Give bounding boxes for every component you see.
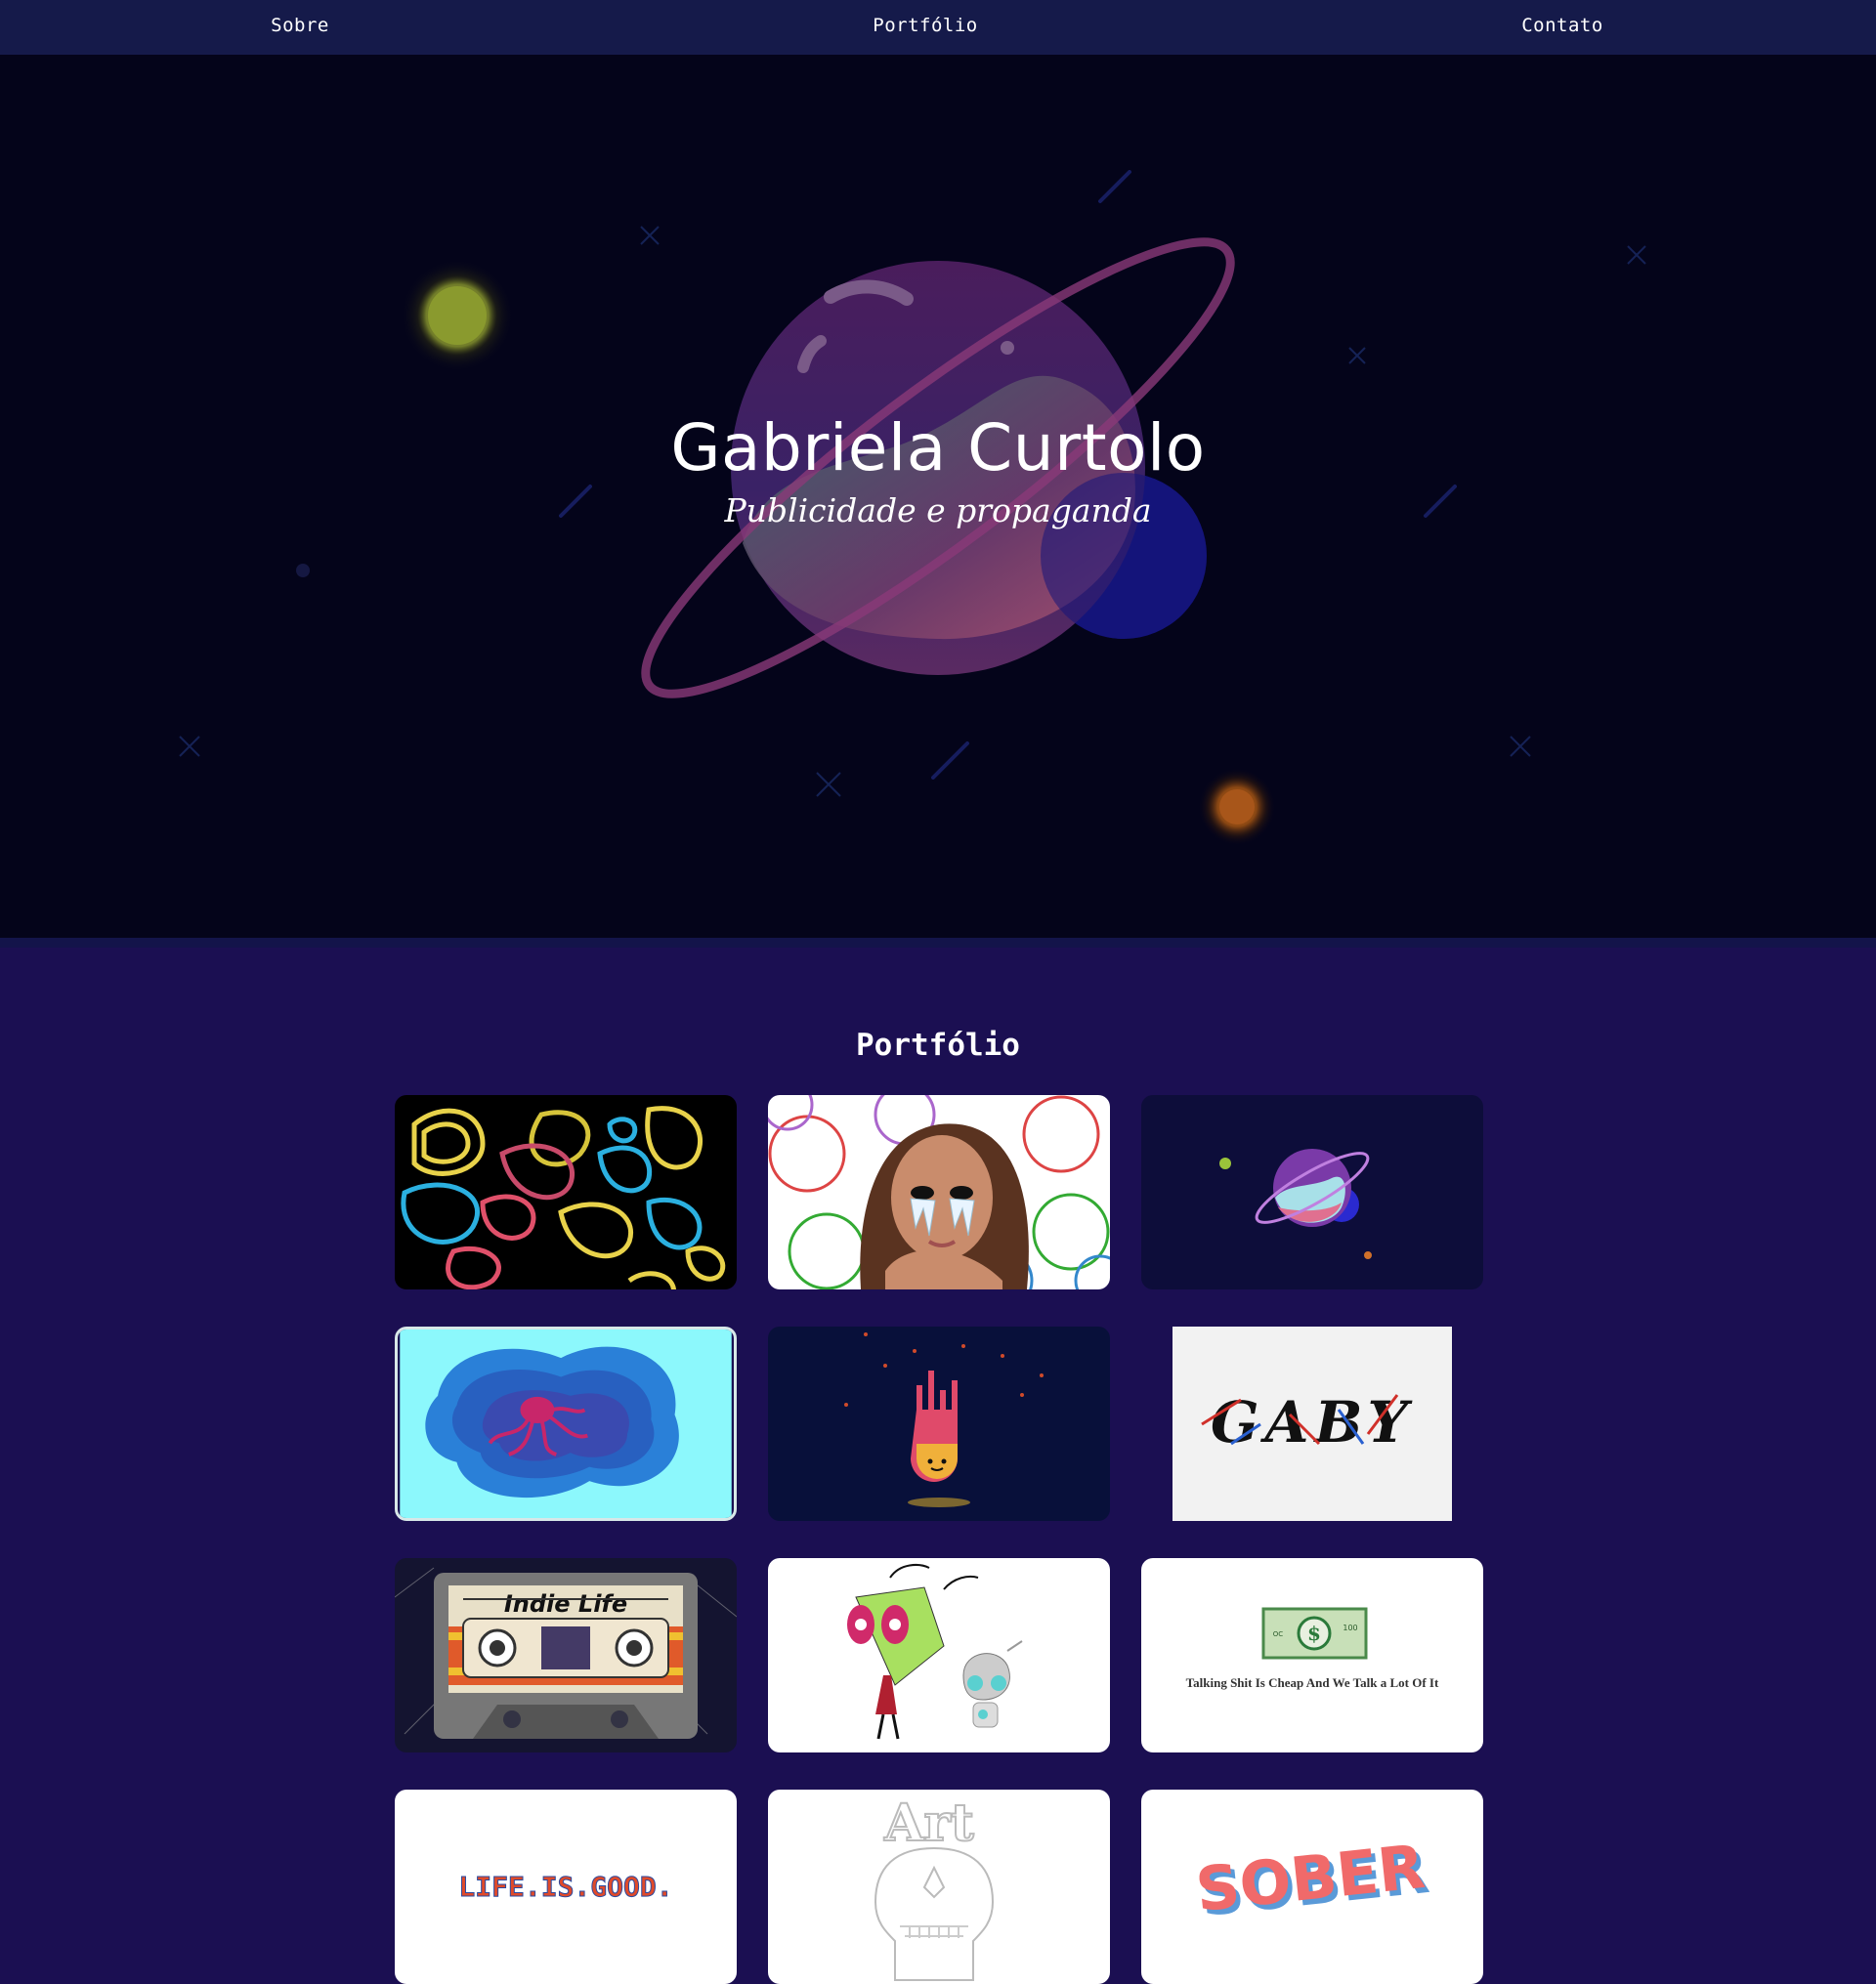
hero-title: Gabriela Curtolo [670,410,1206,485]
portfolio-card-invader-zim[interactable] [768,1558,1110,1752]
portfolio-card-indie-life-cassette[interactable]: Indie Life [395,1558,737,1752]
svg-text:OC: OC [1273,1630,1284,1638]
nav-link-portfolio[interactable]: Portfólio [873,15,977,36]
portfolio-card-gaby-lettering[interactable]: GABY [1172,1327,1452,1521]
skull-art-text: Art [883,1794,974,1853]
portfolio-card-topographic-art[interactable] [395,1095,737,1289]
hero-divider [0,938,1876,948]
portfolio-card-planet-illustration[interactable] [1141,1095,1483,1289]
svg-text:100: 100 [1343,1624,1357,1632]
svg-text:$: $ [1307,1622,1321,1645]
portfolio-card-octopus-papercut[interactable] [395,1327,737,1521]
life-is-good-text: LIFE.IS.GOOD. [458,1871,672,1903]
nav-link-contato[interactable]: Contato [1521,15,1603,36]
gaby-text: GABY [1211,1389,1414,1456]
money-quote-text: Talking Shit Is Cheap And We Talk a Lot … [1186,1675,1439,1690]
portfolio-card-sober-lettering[interactable]: SOBER SOBER [1141,1790,1483,1984]
portfolio-card-crying-portrait[interactable] [768,1095,1110,1289]
portfolio-card-money-quote[interactable]: $ 100 OC Talking Shit Is Cheap And We Ta… [1141,1558,1483,1752]
top-nav: Sobre Portfólio Contato [0,0,1876,55]
portfolio-card-candle-drip[interactable] [768,1327,1110,1521]
portfolio-heading: Portfólio [856,1028,1020,1063]
nav-link-sobre[interactable]: Sobre [271,15,329,36]
hero-banner: Gabriela Curtolo Publicidade e propagand… [0,55,1876,948]
cassette-label: Indie Life [504,1590,627,1618]
hero-subtitle: Publicidade e propaganda [724,491,1152,529]
portfolio-card-life-is-good[interactable]: LIFE.IS.GOOD. [395,1790,737,1984]
portfolio-card-skull-art[interactable]: Art [768,1790,1110,1984]
